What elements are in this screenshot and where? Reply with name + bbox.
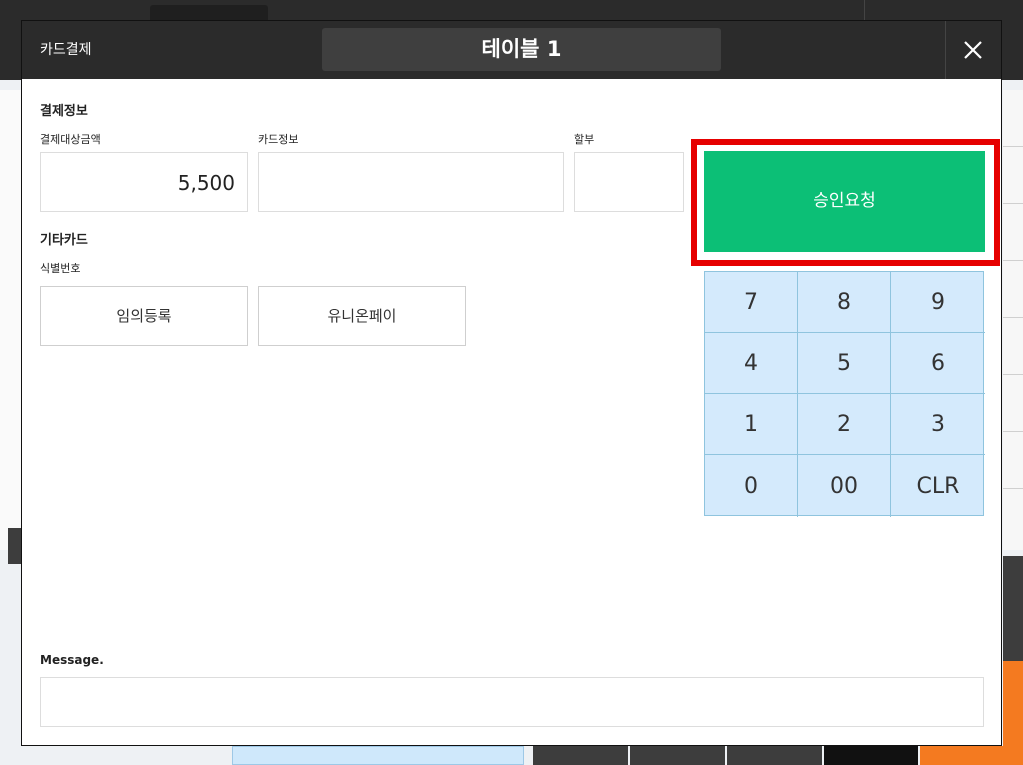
modal-title-box: 테이블 1 — [322, 28, 721, 71]
key-3[interactable]: 3 — [891, 394, 985, 455]
key-6[interactable]: 6 — [891, 333, 985, 394]
card-info-field[interactable] — [258, 152, 564, 212]
key-2[interactable]: 2 — [798, 394, 891, 455]
installment-field[interactable] — [574, 152, 684, 212]
number-keypad: 7 8 9 4 5 6 1 2 3 0 00 CLR — [704, 271, 985, 517]
approve-request-button[interactable]: 승인요청 — [704, 151, 985, 252]
unionpay-button[interactable]: 유니온페이 — [258, 286, 466, 346]
background-bottom-button — [533, 746, 628, 765]
background-right-row-line — [1003, 431, 1023, 432]
close-button[interactable] — [945, 21, 1001, 79]
message-label: Message. — [40, 653, 104, 667]
card-payment-modal: 카드결제 테이블 1 결제정보 결제대상금액 5,500 카드정보 할부 기타카… — [21, 20, 1002, 746]
background-right-row-line — [1003, 203, 1023, 204]
key-1[interactable]: 1 — [705, 394, 798, 455]
background-bottom-button — [920, 746, 1023, 765]
background-bottom-keypad — [232, 746, 524, 765]
background-right-row-line — [1003, 488, 1023, 489]
key-5[interactable]: 5 — [798, 333, 891, 394]
amount-value: 5,500 — [177, 171, 235, 195]
background-right-row-line — [1003, 374, 1023, 375]
background-right-row-line — [1003, 146, 1023, 147]
key-9[interactable]: 9 — [891, 272, 985, 333]
background-bottom-button — [630, 746, 725, 765]
key-7[interactable]: 7 — [705, 272, 798, 333]
key-clear[interactable]: CLR — [891, 455, 985, 517]
manual-register-button[interactable]: 임의등록 — [40, 286, 248, 346]
background-bottom-button — [824, 746, 918, 765]
payment-info-title: 결제정보 — [40, 104, 88, 119]
other-card-title: 기타카드 — [40, 233, 88, 248]
background-right-panel — [1003, 90, 1023, 550]
card-info-label: 카드정보 — [258, 133, 299, 146]
key-0[interactable]: 0 — [705, 455, 798, 517]
installment-label: 할부 — [574, 133, 595, 146]
background-bottom-button — [727, 746, 822, 765]
key-8[interactable]: 8 — [798, 272, 891, 333]
modal-caption: 카드결제 — [40, 42, 92, 58]
background-right-row-line — [1003, 317, 1023, 318]
close-icon — [964, 41, 982, 59]
id-number-label: 식별번호 — [40, 262, 81, 275]
background-right-dark-button — [1003, 556, 1023, 661]
background-left-panel — [0, 90, 22, 550]
background-left-block — [8, 528, 22, 564]
background-right-row-line — [1003, 260, 1023, 261]
message-field — [40, 677, 984, 727]
modal-title: 테이블 1 — [481, 37, 562, 61]
modal-header: 카드결제 테이블 1 — [22, 21, 1001, 79]
amount-field[interactable]: 5,500 — [40, 152, 248, 212]
key-4[interactable]: 4 — [705, 333, 798, 394]
key-00[interactable]: 00 — [798, 455, 891, 517]
amount-label: 결제대상금액 — [40, 133, 101, 146]
